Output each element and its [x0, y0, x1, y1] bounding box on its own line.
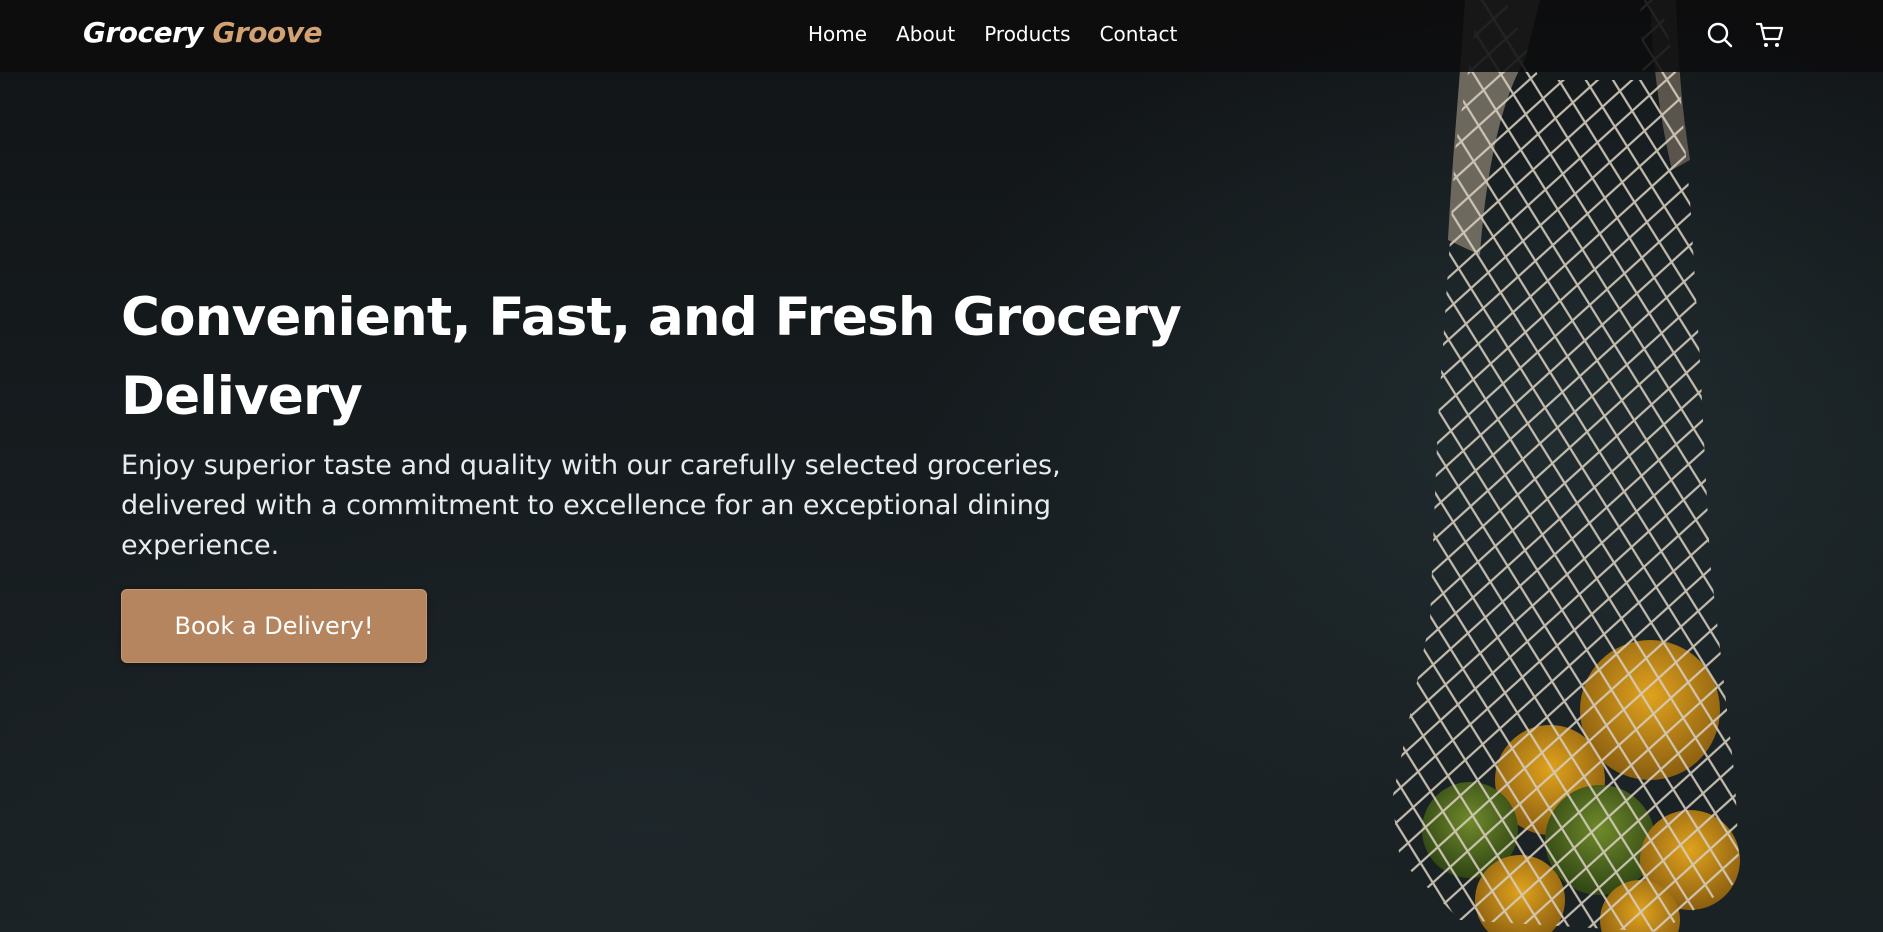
nav-icons [1705, 20, 1785, 50]
hero-title: Convenient, Fast, and Fresh Grocery Deli… [121, 287, 1182, 427]
nav-link-contact[interactable]: Contact [1100, 22, 1178, 46]
hero-content: Convenient, Fast, and Fresh Grocery Deli… [121, 278, 1221, 663]
nav-link-home[interactable]: Home [808, 22, 867, 46]
hero-section: Grocery Groove Home About Products Conta… [0, 0, 1883, 932]
nav-link-about[interactable]: About [896, 22, 955, 46]
search-icon[interactable] [1705, 20, 1735, 50]
hero-subtitle: Enjoy superior taste and quality with ou… [121, 450, 1061, 561]
nav-link-products[interactable]: Products [984, 22, 1070, 46]
brand-name-accent: Groove [212, 16, 322, 49]
brand-logo[interactable]: Grocery Groove [83, 16, 322, 49]
book-delivery-button[interactable]: Book a Delivery! [121, 589, 427, 663]
mesh-bag-image [1392, 0, 1740, 932]
cart-icon[interactable] [1755, 20, 1785, 50]
navbar: Grocery Groove Home About Products Conta… [0, 0, 1883, 72]
brand-name-primary: Grocery [83, 16, 204, 49]
nav-links: Home About Products Contact [808, 22, 1177, 46]
